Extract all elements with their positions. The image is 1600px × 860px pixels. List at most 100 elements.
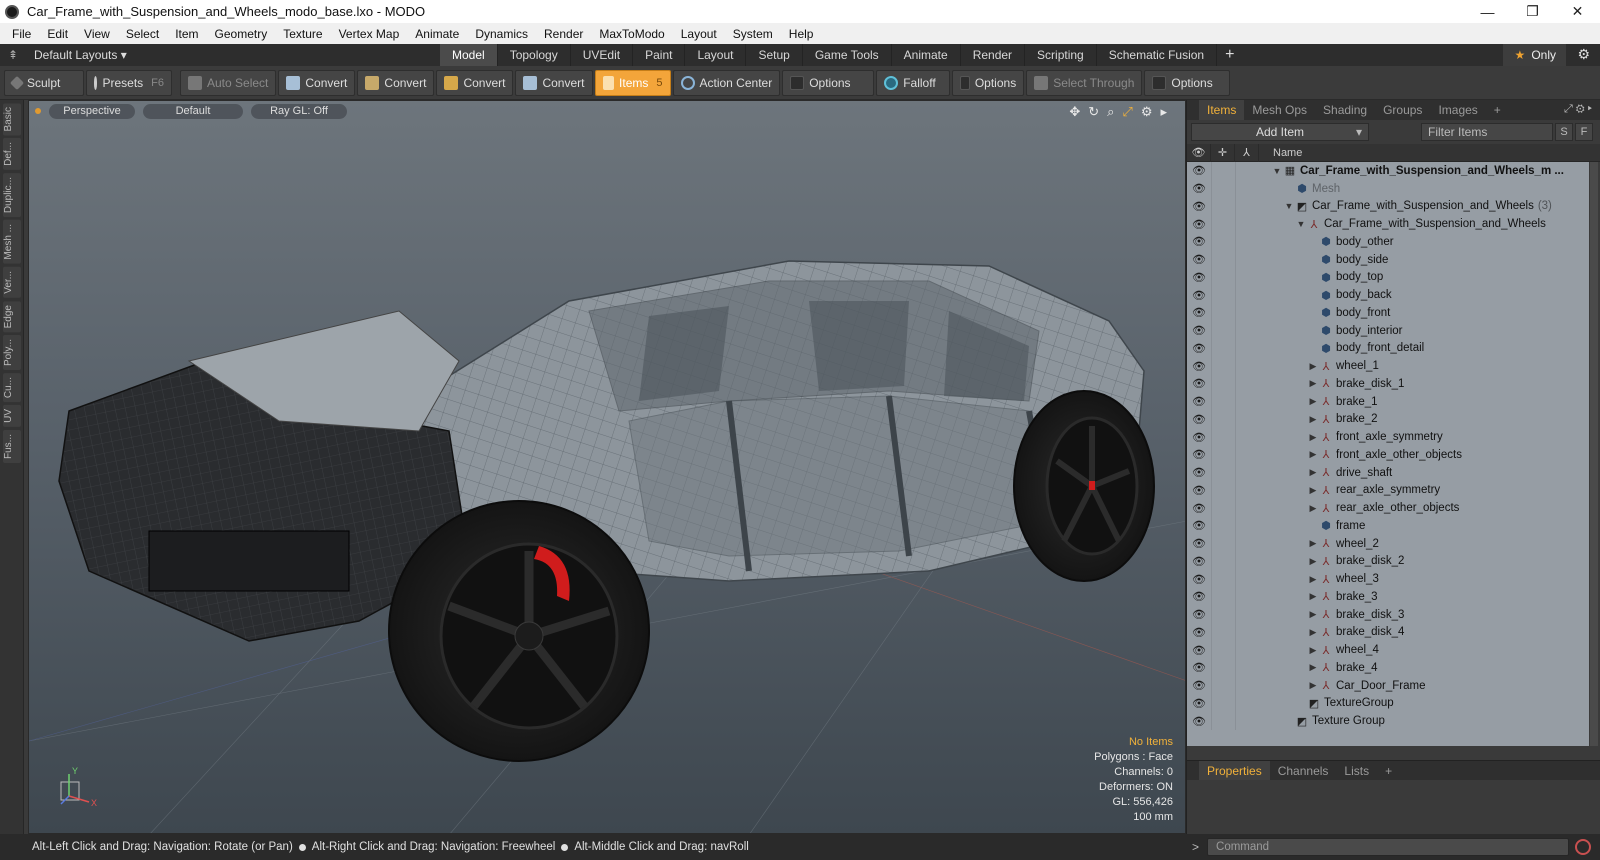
expand-arrow-icon[interactable]: ▶ [1307, 503, 1319, 514]
viewport-settings-icon[interactable]: ⚙ [1141, 104, 1153, 120]
visibility-eye-icon[interactable]: 👁 [1187, 324, 1211, 337]
visibility-eye-icon[interactable]: 👁 [1187, 377, 1211, 390]
expand-arrow-icon[interactable]: ▼ [1283, 201, 1295, 211]
tree-row[interactable]: 👁 ▶ ⅄ brake_4 [1187, 659, 1589, 677]
menu-system[interactable]: System [725, 27, 781, 41]
lock-cell[interactable] [1211, 197, 1235, 216]
tree-row[interactable]: 👁 ⬢ frame [1187, 517, 1589, 535]
menu-dynamics[interactable]: Dynamics [467, 27, 536, 41]
expand-arrow-icon[interactable]: ▶ [1307, 449, 1319, 460]
tree-row[interactable]: 👁 ▶ ⅄ brake_2 [1187, 410, 1589, 429]
add-panel-tab-button[interactable]: + [1486, 100, 1509, 120]
lock-cell[interactable] [1211, 659, 1235, 677]
expand-arrow-icon[interactable]: ▼ [1271, 166, 1283, 176]
visibility-eye-icon[interactable]: 👁 [1187, 413, 1211, 426]
lock-cell[interactable] [1211, 268, 1235, 287]
layout-tab-game-tools[interactable]: Game Tools [803, 44, 892, 66]
visibility-eye-icon[interactable]: 👁 [1187, 644, 1211, 657]
expand-arrow-icon[interactable]: ▶ [1307, 591, 1319, 602]
expand-arrow-icon[interactable]: ▶ [1307, 662, 1319, 673]
lock-cell[interactable] [1211, 286, 1235, 304]
tree-row[interactable]: 👁 ▶ ⅄ rear_axle_symmetry [1187, 481, 1589, 500]
layout-tab-setup[interactable]: Setup [746, 44, 803, 66]
layout-collapse-icon[interactable]: ⇞ [8, 48, 20, 62]
action-center-button[interactable]: Action Center [672, 69, 781, 96]
tree-row[interactable]: 👁 ▶ ⅄ drive_shaft [1187, 463, 1589, 482]
expand-arrow-icon[interactable]: ▶ [1307, 574, 1319, 585]
tree-row[interactable]: 👁 ⬢ body_side [1187, 250, 1589, 269]
menu-animate[interactable]: Animate [407, 27, 467, 41]
palette-tab-0[interactable]: Basic [3, 103, 21, 136]
tree-vertical-scrollbar[interactable] [1590, 162, 1598, 746]
falloff-button[interactable]: Falloff [876, 69, 951, 96]
tree-row[interactable]: 👁 ◩ Texture Group [1187, 712, 1589, 730]
tree-row[interactable]: 👁 ▶ ⅄ Car_Door_Frame [1187, 676, 1589, 695]
lock-column-icon[interactable]: ✛ [1211, 143, 1235, 162]
palette-tab-9[interactable]: Fus... [3, 430, 21, 464]
visibility-eye-icon[interactable]: 👁 [1187, 235, 1211, 248]
filter-s-button[interactable]: S [1555, 123, 1573, 141]
expand-arrow-icon[interactable]: ▶ [1307, 627, 1319, 638]
properties-tab-lists[interactable]: Lists [1336, 761, 1377, 781]
lock-cell[interactable] [1211, 481, 1235, 500]
lock-cell[interactable] [1211, 517, 1235, 535]
lock-cell[interactable] [1211, 570, 1235, 588]
add-layout-tab-button[interactable]: + [1217, 46, 1242, 64]
3d-viewport[interactable]: Perspective Default Ray GL: Off ✥ ↻ ⌕ ⤢ … [28, 100, 1186, 834]
panel-tab-groups[interactable]: Groups [1375, 100, 1430, 120]
visibility-eye-icon[interactable]: 👁 [1187, 484, 1211, 497]
menu-vertex-map[interactable]: Vertex Map [331, 27, 408, 41]
lock-cell[interactable] [1211, 534, 1235, 553]
panel-tab-images[interactable]: Images [1430, 100, 1485, 120]
menu-file[interactable]: File [4, 27, 39, 41]
visibility-eye-icon[interactable]: 👁 [1187, 608, 1211, 621]
expand-arrow-icon[interactable]: ▶ [1307, 538, 1319, 549]
palette-tab-3[interactable]: Mesh ... [3, 220, 21, 265]
visibility-eye-icon[interactable]: 👁 [1187, 182, 1211, 195]
visibility-eye-icon[interactable]: 👁 [1187, 590, 1211, 603]
close-button[interactable]: ✕ [1555, 0, 1600, 23]
visibility-column-icon[interactable]: 👁 [1187, 143, 1211, 162]
expand-arrow-icon[interactable]: ▼ [1295, 219, 1307, 229]
tree-row[interactable]: 👁 ▶ ⅄ wheel_1 [1187, 357, 1589, 375]
visibility-eye-icon[interactable]: 👁 [1187, 448, 1211, 461]
visibility-eye-icon[interactable]: 👁 [1187, 697, 1211, 710]
visibility-eye-icon[interactable]: 👁 [1187, 626, 1211, 639]
expand-arrow-icon[interactable]: ▶ [1307, 396, 1319, 407]
minimize-button[interactable]: — [1465, 0, 1510, 23]
tree-row[interactable]: 👁 ⬢ body_interior [1187, 321, 1589, 340]
layout-tab-model[interactable]: Model [440, 44, 498, 66]
select-through-options-button[interactable]: Options [1144, 69, 1231, 96]
default-layouts-dropdown[interactable]: Default Layouts ▾ [34, 48, 127, 62]
panel-options-icons[interactable]: ⤢ ⚙ ▸ [1564, 103, 1592, 116]
lock-cell[interactable] [1211, 357, 1235, 375]
palette-tab-5[interactable]: Edge [3, 300, 21, 333]
visibility-eye-icon[interactable]: 👁 [1187, 271, 1211, 284]
convert-items-button[interactable]: Convert [515, 69, 593, 96]
type-column-icon[interactable]: ⅄ [1235, 143, 1259, 162]
raygl-toggle[interactable]: Ray GL: Off [251, 103, 347, 119]
visibility-eye-icon[interactable]: 👁 [1187, 555, 1211, 568]
lock-cell[interactable] [1211, 162, 1235, 180]
visibility-eye-icon[interactable]: 👁 [1187, 253, 1211, 266]
lock-cell[interactable] [1211, 304, 1235, 322]
visibility-eye-icon[interactable]: 👁 [1187, 502, 1211, 515]
visibility-eye-icon[interactable]: 👁 [1187, 289, 1211, 302]
lock-cell[interactable] [1211, 410, 1235, 429]
expand-arrow-icon[interactable]: ▶ [1307, 485, 1319, 496]
tree-row[interactable]: 👁 ◩ TextureGroup [1187, 694, 1589, 713]
palette-tab-7[interactable]: Cu... [3, 373, 21, 403]
name-column-header[interactable]: Name [1259, 147, 1302, 159]
layout-tab-paint[interactable]: Paint [633, 44, 686, 66]
convert-polygons-button[interactable]: Convert [436, 69, 514, 96]
lock-cell[interactable] [1211, 215, 1235, 233]
visibility-eye-icon[interactable]: 👁 [1187, 519, 1211, 532]
lock-cell[interactable] [1211, 179, 1235, 198]
visibility-eye-icon[interactable]: 👁 [1187, 573, 1211, 586]
lock-cell[interactable] [1211, 552, 1235, 571]
tree-row[interactable]: 👁 ▶ ⅄ wheel_2 [1187, 534, 1589, 553]
tree-row[interactable]: 👁 ▶ ⅄ brake_disk_3 [1187, 605, 1589, 624]
add-item-dropdown[interactable]: Add Item ▾ [1191, 123, 1369, 141]
palette-tab-1[interactable]: Def... [3, 138, 21, 171]
lock-cell[interactable] [1211, 233, 1235, 251]
